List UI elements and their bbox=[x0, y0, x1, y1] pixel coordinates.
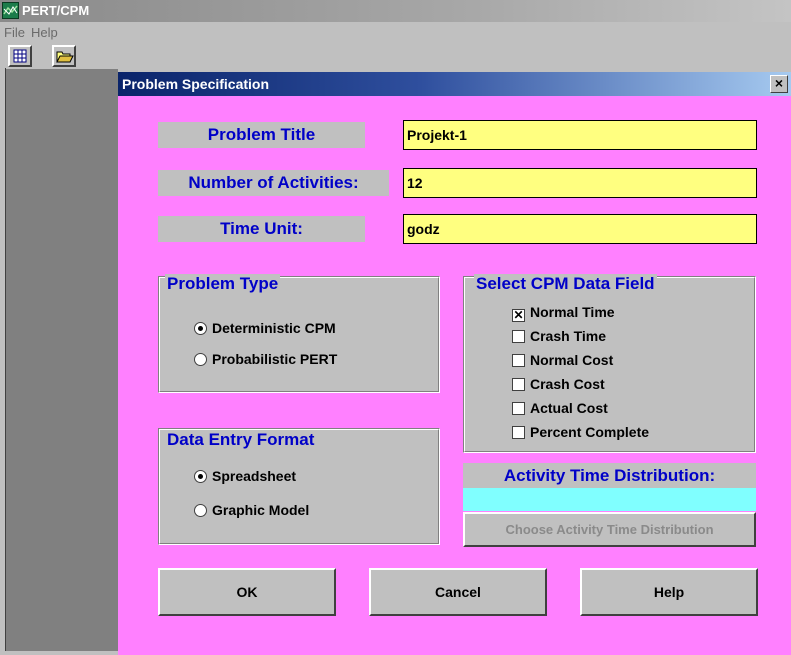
dialog-title-bar: Problem Specification × bbox=[118, 72, 791, 96]
choose-distribution-button[interactable]: Choose Activity Time Distribution bbox=[463, 512, 756, 547]
cpm-data-field-legend: Select CPM Data Field bbox=[474, 274, 657, 294]
menu-bar: File Help bbox=[0, 22, 791, 43]
actual-cost-option[interactable]: Actual Cost bbox=[512, 399, 608, 417]
time-unit-label: Time Unit: bbox=[158, 216, 365, 242]
activity-time-distribution-label: Activity Time Distribution: bbox=[463, 463, 756, 488]
checkbox-icon[interactable] bbox=[512, 378, 525, 391]
toolbar bbox=[0, 43, 791, 69]
time-unit-field[interactable] bbox=[403, 214, 757, 244]
problem-title-field[interactable] bbox=[403, 120, 757, 150]
close-icon[interactable]: × bbox=[770, 75, 788, 93]
spreadsheet-option[interactable]: Spreadsheet bbox=[194, 467, 296, 485]
crash-cost-option[interactable]: Crash Cost bbox=[512, 375, 605, 393]
data-entry-format-group: Data Entry Format Spreadsheet Graphic Mo… bbox=[158, 428, 440, 545]
menu-help[interactable]: Help bbox=[31, 25, 58, 40]
checkbox-icon[interactable] bbox=[512, 330, 525, 343]
actual-cost-label: Actual Cost bbox=[530, 400, 608, 416]
ok-button[interactable]: OK bbox=[158, 568, 336, 616]
open-folder-icon bbox=[56, 51, 74, 63]
spreadsheet-icon bbox=[13, 49, 27, 63]
app-title-bar: PERT/CPM bbox=[0, 0, 791, 22]
problem-type-group: Problem Type Deterministic CPM Probabili… bbox=[158, 274, 440, 393]
cancel-button[interactable]: Cancel bbox=[369, 568, 547, 616]
checkbox-icon[interactable] bbox=[512, 402, 525, 415]
spreadsheet-label: Spreadsheet bbox=[212, 468, 297, 484]
graphic-model-label: Graphic Model bbox=[212, 502, 310, 518]
deterministic-cpm-option[interactable]: Deterministic CPM bbox=[194, 319, 336, 337]
crash-time-label: Crash Time bbox=[530, 328, 606, 344]
percent-complete-option[interactable]: Percent Complete bbox=[512, 423, 649, 441]
crash-cost-label: Crash Cost bbox=[530, 376, 605, 392]
normal-time-option[interactable]: ✕ Normal Time bbox=[512, 303, 615, 322]
crash-time-option[interactable]: Crash Time bbox=[512, 327, 606, 345]
problem-type-legend: Problem Type bbox=[165, 274, 281, 294]
probabilistic-pert-label: Probabilistic PERT bbox=[212, 351, 338, 367]
workspace-panel bbox=[6, 69, 118, 651]
help-button[interactable]: Help bbox=[580, 568, 758, 616]
problem-specification-dialog: Problem Specification × Problem Title Nu… bbox=[118, 72, 791, 655]
percent-complete-label: Percent Complete bbox=[530, 424, 650, 440]
cpm-data-field-group: Select CPM Data Field ✕ Normal Time Crash… bbox=[463, 274, 756, 453]
open-file-button[interactable] bbox=[52, 45, 76, 67]
normal-time-label: Normal Time bbox=[530, 304, 615, 320]
problem-title-label: Problem Title bbox=[158, 122, 365, 148]
radio-unselected-icon[interactable] bbox=[194, 353, 207, 366]
num-activities-label: Number of Activities: bbox=[158, 170, 389, 196]
pert-cpm-app-window: PERT/CPM File Help Problem Specification bbox=[0, 0, 791, 655]
activity-time-distribution-value bbox=[463, 488, 756, 511]
radio-selected-icon[interactable] bbox=[194, 470, 207, 483]
radio-unselected-icon[interactable] bbox=[194, 504, 207, 517]
new-spreadsheet-button[interactable] bbox=[8, 45, 32, 67]
time-unit-input[interactable] bbox=[407, 215, 756, 243]
deterministic-cpm-label: Deterministic CPM bbox=[212, 320, 336, 336]
normal-cost-option[interactable]: Normal Cost bbox=[512, 351, 613, 369]
data-entry-format-legend: Data Entry Format bbox=[165, 430, 317, 450]
dialog-title: Problem Specification bbox=[122, 76, 270, 92]
menu-file[interactable]: File bbox=[4, 25, 25, 40]
problem-title-input[interactable] bbox=[407, 121, 756, 149]
checkbox-icon[interactable] bbox=[512, 354, 525, 367]
checkbox-icon[interactable] bbox=[512, 426, 525, 439]
graphic-model-option[interactable]: Graphic Model bbox=[194, 501, 309, 519]
app-title: PERT/CPM bbox=[22, 3, 90, 18]
app-network-icon bbox=[2, 2, 19, 19]
num-activities-input[interactable] bbox=[407, 169, 756, 197]
probabilistic-pert-option[interactable]: Probabilistic PERT bbox=[194, 350, 337, 368]
normal-cost-label: Normal Cost bbox=[530, 352, 614, 368]
num-activities-field[interactable] bbox=[403, 168, 757, 198]
checkbox-checked-icon[interactable]: ✕ bbox=[512, 309, 525, 322]
radio-selected-icon[interactable] bbox=[194, 322, 207, 335]
